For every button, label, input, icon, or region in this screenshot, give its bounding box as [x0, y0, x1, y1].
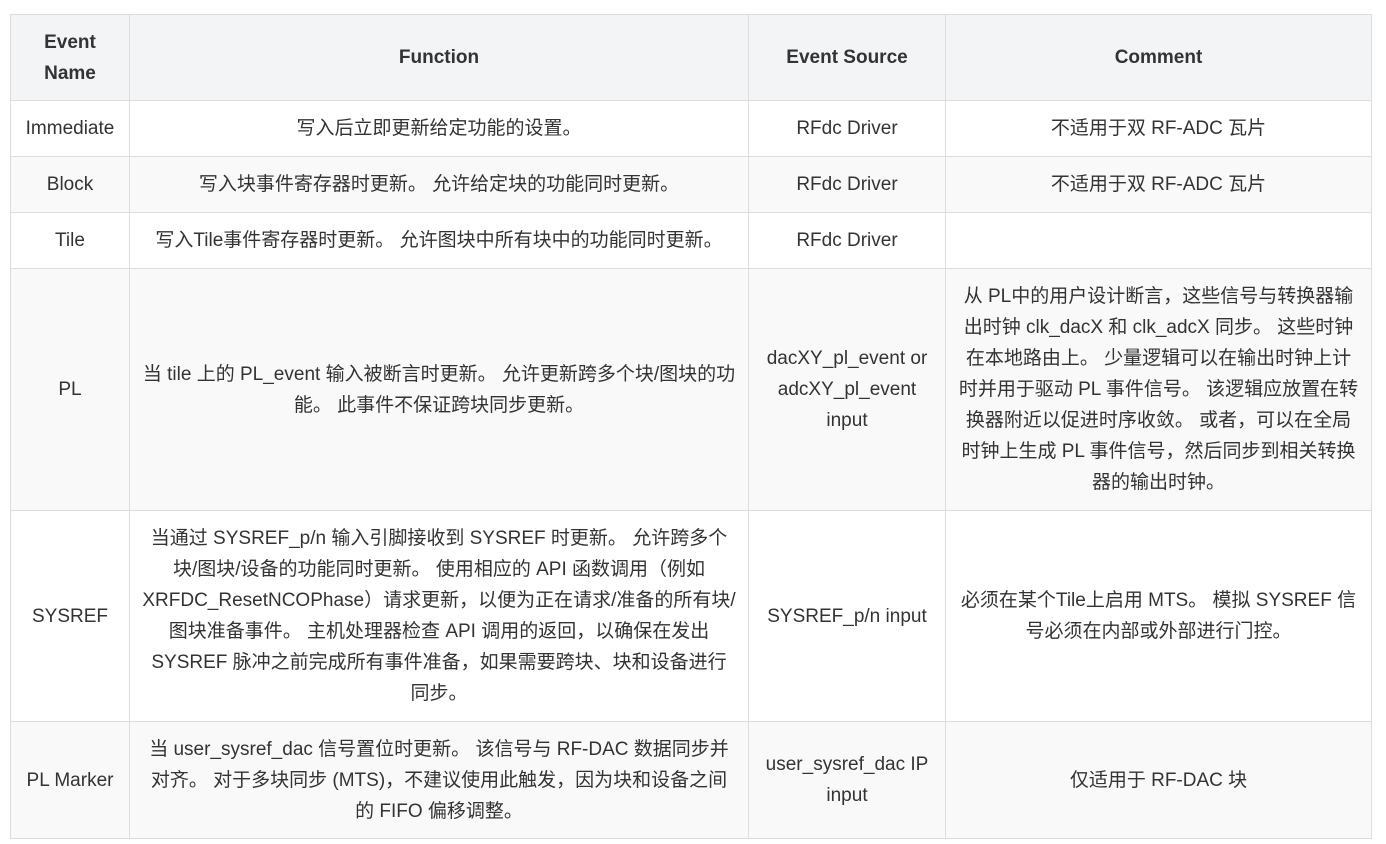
table-row: Block 写入块事件寄存器时更新。 允许给定块的功能同时更新。 RFdc Dr…: [10, 156, 1372, 213]
cell-comment: 从 PL中的用户设计断言，这些信号与转换器输出时钟 clk_dacX 和 clk…: [945, 268, 1372, 511]
cell-function: 写入后立即更新给定功能的设置。: [129, 100, 749, 157]
cell-function: 当 user_sysref_dac 信号置位时更新。 该信号与 RF-DAC 数…: [129, 721, 749, 839]
header-comment: Comment: [945, 14, 1372, 101]
cell-event-name: SYSREF: [10, 510, 130, 722]
cell-event-source: RFdc Driver: [748, 212, 946, 269]
event-table: Event Name Function Event Source Comment…: [10, 14, 1372, 839]
table-header: Event Name Function Event Source Comment: [10, 14, 1372, 101]
cell-comment: [945, 212, 1372, 269]
cell-function: 写入块事件寄存器时更新。 允许给定块的功能同时更新。: [129, 156, 749, 213]
header-event-source: Event Source: [748, 14, 946, 101]
table-row: SYSREF 当通过 SYSREF_p/n 输入引脚接收到 SYSREF 时更新…: [10, 510, 1372, 722]
header-row: Event Name Function Event Source Comment: [10, 14, 1372, 101]
cell-event-name: Immediate: [10, 100, 130, 157]
cell-event-source: SYSREF_p/n input: [748, 510, 946, 722]
cell-comment: 必须在某个Tile上启用 MTS。 模拟 SYSREF 信号必须在内部或外部进行…: [945, 510, 1372, 722]
cell-function: 写入Tile事件寄存器时更新。 允许图块中所有块中的功能同时更新。: [129, 212, 749, 269]
table-row: Immediate 写入后立即更新给定功能的设置。 RFdc Driver 不适…: [10, 100, 1372, 157]
table-row: Tile 写入Tile事件寄存器时更新。 允许图块中所有块中的功能同时更新。 R…: [10, 212, 1372, 269]
cell-function: 当 tile 上的 PL_event 输入被断言时更新。 允许更新跨多个块/图块…: [129, 268, 749, 511]
cell-event-name: Block: [10, 156, 130, 213]
table-body: Immediate 写入后立即更新给定功能的设置。 RFdc Driver 不适…: [10, 100, 1372, 839]
cell-event-name: Tile: [10, 212, 130, 269]
cell-comment: 仅适用于 RF-DAC 块: [945, 721, 1372, 839]
header-function: Function: [129, 14, 749, 101]
cell-comment: 不适用于双 RF-ADC 瓦片: [945, 100, 1372, 157]
header-event-name: Event Name: [10, 14, 130, 101]
cell-event-name: PL: [10, 268, 130, 511]
table-row: PL 当 tile 上的 PL_event 输入被断言时更新。 允许更新跨多个块…: [10, 268, 1372, 511]
cell-event-source: RFdc Driver: [748, 156, 946, 213]
cell-event-source: dacXY_pl_event or adcXY_pl_event input: [748, 268, 946, 511]
cell-event-name: PL Marker: [10, 721, 130, 839]
cell-function: 当通过 SYSREF_p/n 输入引脚接收到 SYSREF 时更新。 允许跨多个…: [129, 510, 749, 722]
table-row: PL Marker 当 user_sysref_dac 信号置位时更新。 该信号…: [10, 721, 1372, 839]
cell-event-source: RFdc Driver: [748, 100, 946, 157]
cell-event-source: user_sysref_dac IP input: [748, 721, 946, 839]
cell-comment: 不适用于双 RF-ADC 瓦片: [945, 156, 1372, 213]
